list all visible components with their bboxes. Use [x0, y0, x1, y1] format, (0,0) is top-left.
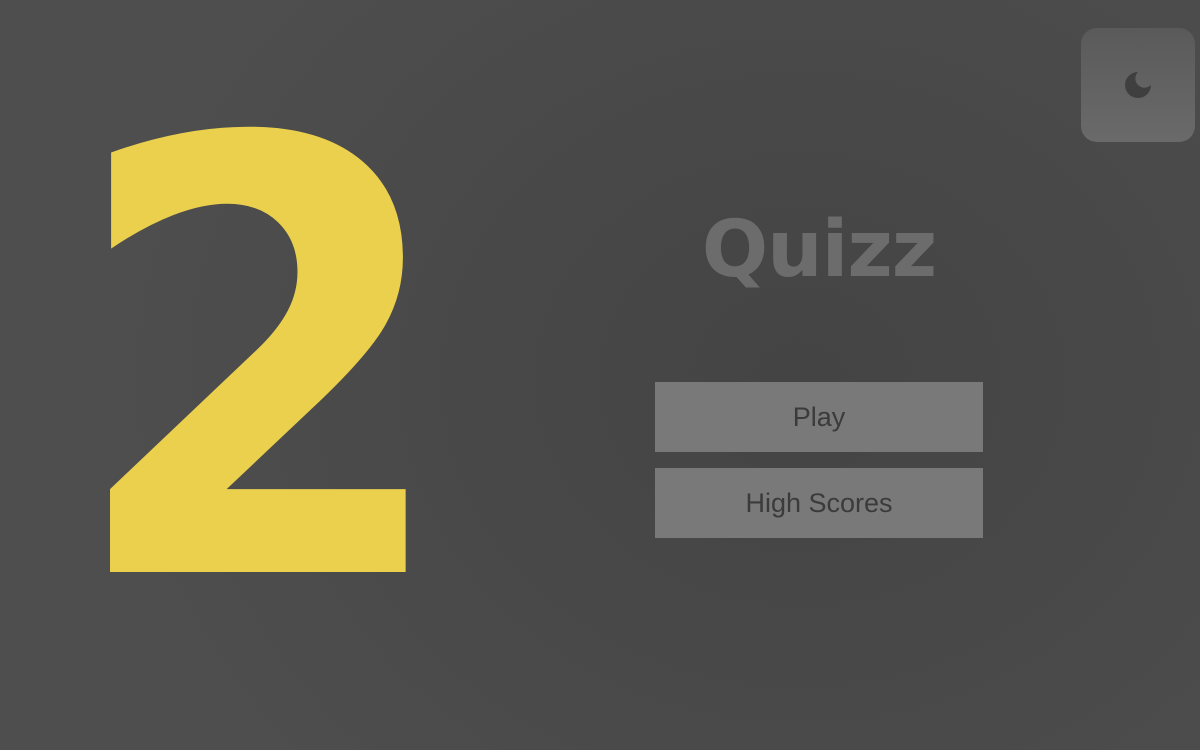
moon-icon-shape	[1125, 72, 1151, 98]
theme-toggle-button[interactable]	[1081, 28, 1195, 142]
page-title: Quizz	[701, 205, 937, 295]
high-scores-button[interactable]: High Scores	[655, 468, 983, 538]
moon-icon	[1125, 72, 1151, 98]
play-button[interactable]: Play	[655, 382, 983, 452]
quiz-start-screen: 2 Quizz Play High Scores	[0, 0, 1200, 750]
countdown-number: 2	[65, 15, 455, 714]
